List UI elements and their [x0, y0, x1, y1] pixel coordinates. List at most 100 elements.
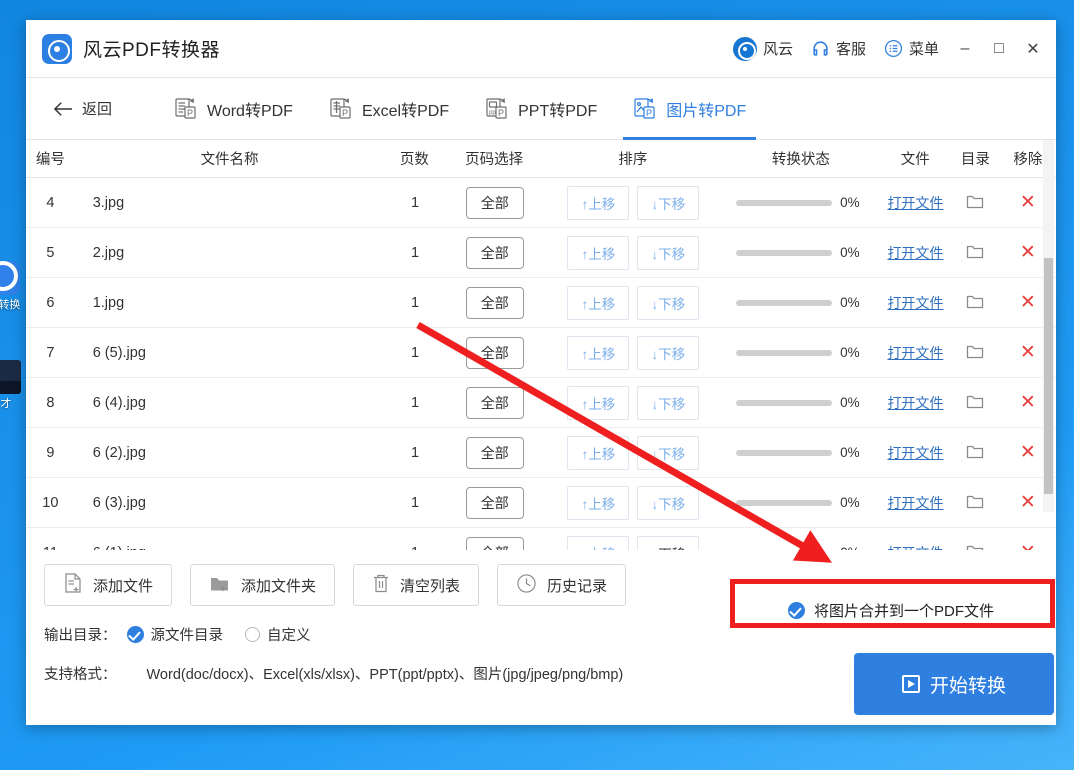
app-logo-icon — [0, 261, 20, 295]
row-file-name: 6 (2).jpg — [75, 445, 385, 461]
close-x-icon[interactable]: ✕ — [1020, 492, 1036, 513]
table-scrollbar[interactable] — [1043, 140, 1054, 512]
folder-icon[interactable] — [966, 543, 984, 551]
close-x-icon[interactable]: ✕ — [1020, 242, 1036, 263]
page-select-all-button[interactable]: 全部 — [466, 187, 524, 219]
move-down-button[interactable]: ↓下移 — [637, 386, 699, 420]
desktop-icon-label: 才 — [1, 398, 12, 410]
scrollbar-thumb[interactable] — [1044, 258, 1053, 494]
file-plus-icon — [63, 572, 83, 598]
table-row[interactable]: 96 (2).jpg1全部↑上移↓下移0%打开文件✕ — [26, 428, 1056, 478]
folder-icon[interactable] — [966, 393, 984, 413]
move-down-button[interactable]: ↓下移 — [637, 186, 699, 220]
progress-percent: 0% — [840, 195, 866, 210]
move-down-button[interactable]: ↓下移 — [637, 486, 699, 520]
row-page-select-cell: 全部 — [445, 187, 544, 219]
page-select-all-button[interactable]: 全部 — [466, 437, 524, 469]
column-header-name: 文件名称 — [75, 148, 385, 169]
desktop-icon-1[interactable]: F转换 — [0, 255, 26, 313]
open-file-link[interactable]: 打开文件 — [887, 295, 943, 311]
row-status-cell: 0% — [722, 545, 879, 550]
page-select-all-button[interactable]: 全部 — [466, 387, 524, 419]
close-button[interactable]: ✕ — [1016, 32, 1050, 66]
close-x-icon[interactable]: ✕ — [1020, 442, 1036, 463]
tab-word-to-pdf[interactable]: P Word转PDF — [156, 78, 311, 140]
folder-icon[interactable] — [966, 293, 984, 313]
column-header-no: 编号 — [26, 148, 75, 169]
row-file-name: 6 (4).jpg — [75, 395, 385, 411]
close-x-icon[interactable]: ✕ — [1020, 192, 1036, 213]
table-row[interactable]: 52.jpg1全部↑上移↓下移0%打开文件✕ — [26, 228, 1056, 278]
page-select-all-button[interactable]: 全部 — [466, 487, 524, 519]
move-up-button[interactable]: ↑上移 — [567, 486, 629, 520]
maximize-icon: □ — [994, 40, 1004, 58]
clear-list-button[interactable]: 清空列表 — [353, 564, 479, 606]
move-down-button[interactable]: ↓下移 — [637, 436, 699, 470]
page-select-all-button[interactable]: 全部 — [466, 287, 524, 319]
move-down-button[interactable]: ↓下移 — [637, 336, 699, 370]
table-row[interactable]: 106 (3).jpg1全部↑上移↓下移0%打开文件✕ — [26, 478, 1056, 528]
table-row[interactable]: 43.jpg1全部↑上移↓下移0%打开文件✕ — [26, 178, 1056, 228]
folder-icon[interactable] — [966, 193, 984, 213]
progress-bar — [736, 450, 832, 456]
table-body: 43.jpg1全部↑上移↓下移0%打开文件✕52.jpg1全部↑上移↓下移0%打… — [26, 178, 1056, 550]
page-select-all-button[interactable]: 全部 — [466, 337, 524, 369]
move-down-button[interactable]: ↓下移 — [637, 286, 699, 320]
row-file-cell: 打开文件 — [880, 243, 951, 263]
tab-image-to-pdf[interactable]: P 图片转PDF — [615, 78, 764, 140]
open-file-link[interactable]: 打开文件 — [887, 345, 943, 361]
open-file-link[interactable]: 打开文件 — [887, 245, 943, 261]
move-up-button[interactable]: ↑上移 — [567, 386, 629, 420]
minimize-button[interactable]: – — [948, 32, 982, 66]
table-row[interactable]: 116 (1).jpg1全部↑上移↓下移0%打开文件✕ — [26, 528, 1056, 550]
row-index: 9 — [26, 445, 75, 461]
output-option-source[interactable]: 源文件目录 — [127, 624, 224, 645]
history-button[interactable]: 历史记录 — [497, 564, 626, 606]
move-up-button[interactable]: ↑上移 — [567, 186, 629, 220]
open-file-link[interactable]: 打开文件 — [887, 495, 943, 511]
radio-empty-icon — [245, 627, 260, 642]
folder-icon[interactable] — [966, 243, 984, 263]
page-select-all-button[interactable]: 全部 — [466, 537, 524, 551]
move-up-button[interactable]: ↑上移 — [567, 236, 629, 270]
output-option-custom[interactable]: 自定义 — [245, 624, 311, 645]
open-file-link[interactable]: 打开文件 — [887, 395, 943, 411]
close-x-icon[interactable]: ✕ — [1020, 392, 1036, 413]
folder-icon[interactable] — [966, 493, 984, 513]
row-status-cell: 0% — [722, 395, 879, 410]
back-button[interactable]: 返回 — [42, 92, 122, 125]
brand-button[interactable]: 风云 — [724, 33, 802, 65]
maximize-button[interactable]: □ — [982, 32, 1016, 66]
row-page-count: 1 — [385, 345, 445, 361]
open-file-link[interactable]: 打开文件 — [887, 545, 943, 551]
start-convert-button[interactable]: 开始转换 — [854, 653, 1054, 715]
row-order-cell: ↑上移↓下移 — [544, 286, 722, 320]
move-up-button[interactable]: ↑上移 — [567, 536, 629, 551]
move-up-button[interactable]: ↑上移 — [567, 436, 629, 470]
table-row[interactable]: 61.jpg1全部↑上移↓下移0%打开文件✕ — [26, 278, 1056, 328]
move-up-button[interactable]: ↑上移 — [567, 336, 629, 370]
tab-excel-to-pdf[interactable]: P Excel转PDF — [311, 78, 467, 140]
column-header-order: 排序 — [544, 148, 722, 169]
tab-ppt-to-pdf[interactable]: ppt P PPT转PDF — [467, 78, 615, 140]
close-x-icon[interactable]: ✕ — [1020, 542, 1036, 550]
folder-plus-icon — [209, 573, 231, 597]
support-button[interactable]: 客服 — [802, 34, 875, 63]
desktop-icon-2[interactable]: 才 — [0, 360, 26, 412]
open-file-link[interactable]: 打开文件 — [887, 445, 943, 461]
table-row[interactable]: 86 (4).jpg1全部↑上移↓下移0%打开文件✕ — [26, 378, 1056, 428]
page-select-all-button[interactable]: 全部 — [466, 237, 524, 269]
open-file-link[interactable]: 打开文件 — [887, 195, 943, 211]
move-down-button[interactable]: ↓下移 — [637, 536, 699, 551]
move-down-button[interactable]: ↓下移 — [637, 236, 699, 270]
close-x-icon[interactable]: ✕ — [1020, 342, 1036, 363]
menu-button[interactable]: 菜单 — [875, 34, 948, 63]
add-file-button[interactable]: 添加文件 — [44, 564, 172, 606]
folder-icon[interactable] — [966, 443, 984, 463]
folder-icon[interactable] — [966, 343, 984, 363]
table-row[interactable]: 76 (5).jpg1全部↑上移↓下移0%打开文件✕ — [26, 328, 1056, 378]
add-folder-button[interactable]: 添加文件夹 — [190, 564, 335, 606]
close-x-icon[interactable]: ✕ — [1020, 292, 1036, 313]
move-up-button[interactable]: ↑上移 — [567, 286, 629, 320]
row-dir-cell — [951, 193, 1000, 213]
